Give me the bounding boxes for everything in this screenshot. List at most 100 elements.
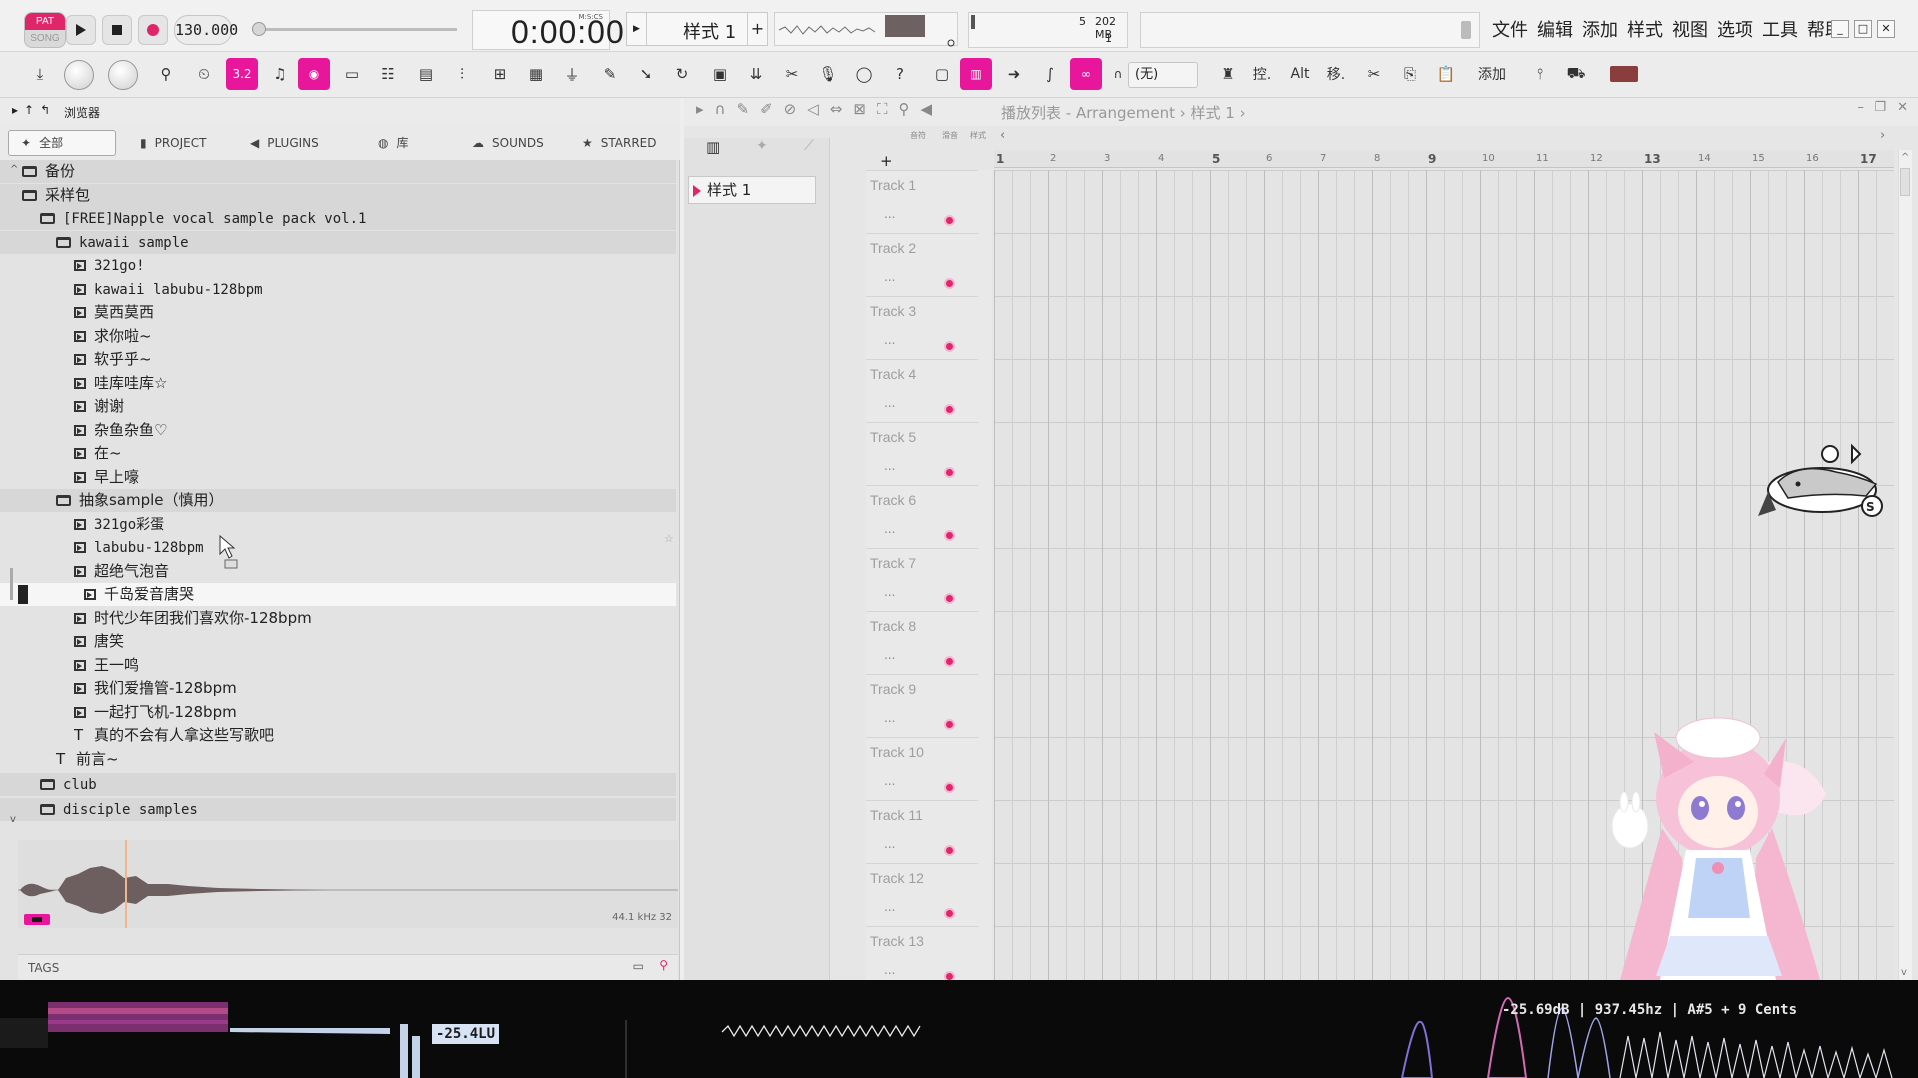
- folder-item[interactable]: 抽象sample（慎用）: [0, 489, 676, 512]
- pat-label[interactable]: PAT: [25, 13, 65, 30]
- blend-notes-icon[interactable]: ▭: [336, 58, 368, 90]
- file-item[interactable]: 王一鸣: [0, 654, 676, 677]
- tab-project[interactable]: ▮ PROJECT: [128, 130, 228, 156]
- scissors-icon[interactable]: ✂: [776, 58, 808, 90]
- automation-icon[interactable]: ✦: [756, 138, 768, 154]
- track-mute-button[interactable]: [944, 467, 955, 478]
- file-item[interactable]: T 前言~: [0, 748, 676, 771]
- timeline-ruler[interactable]: 1 2 3 4 5 6 7 8 9 10 11 12 13 14 15 16 17: [994, 150, 1894, 168]
- time-display[interactable]: 0:00:00 M:S:CS: [472, 10, 624, 50]
- search-icon[interactable]: ⚲: [659, 958, 668, 972]
- floppy-icon[interactable]: ▣: [704, 58, 736, 90]
- playlist-scrollbar[interactable]: ^ v: [1898, 150, 1912, 980]
- file-item[interactable]: 软乎乎~: [0, 348, 676, 371]
- bar-number[interactable]: 1: [996, 152, 1004, 166]
- bar-number[interactable]: 14: [1698, 153, 1711, 164]
- track-mute-button[interactable]: [944, 719, 955, 730]
- track-mute-button[interactable]: [944, 215, 955, 226]
- save-download-icon[interactable]: ⤓: [24, 58, 56, 90]
- track-header[interactable]: Track 4...: [866, 359, 978, 422]
- add-button[interactable]: 添加: [1470, 58, 1514, 90]
- track-mute-button[interactable]: [944, 530, 955, 541]
- track-mute-button[interactable]: [944, 593, 955, 604]
- menu-options[interactable]: 选项: [1717, 16, 1753, 42]
- window-icon[interactable]: ▢: [926, 58, 958, 90]
- maximize-button[interactable]: □: [1854, 20, 1872, 38]
- folder-item[interactable]: disciple samples: [0, 797, 676, 821]
- draw-tool-icon[interactable]: ✎: [737, 100, 750, 118]
- song-label[interactable]: SONG: [25, 30, 65, 47]
- bar-number[interactable]: 7: [1320, 153, 1326, 164]
- track-mute-button[interactable]: [944, 845, 955, 856]
- browser-tree-icon[interactable]: ⊞: [484, 58, 516, 90]
- alt-button[interactable]: Alt: [1284, 58, 1316, 90]
- cut-icon[interactable]: ✂: [1358, 58, 1390, 90]
- tab-starred[interactable]: ★ STARRED: [570, 130, 670, 156]
- pattern-selector[interactable]: ▶ 样式 1 +: [626, 12, 768, 46]
- render-icon[interactable]: ⇊: [740, 58, 772, 90]
- folder-item[interactable]: kawaii sample: [0, 230, 676, 254]
- piano-keys-icon[interactable]: ▥: [706, 138, 720, 156]
- pattern-arrow-icon[interactable]: ▶: [627, 13, 647, 45]
- close-window-icon[interactable]: ✕: [1897, 100, 1908, 115]
- bar-number[interactable]: 17: [1860, 152, 1877, 166]
- file-item[interactable]: 时代少年团我们喜欢你-128bpm: [0, 607, 676, 630]
- file-item[interactable]: 一起打飞机-128bpm: [0, 701, 676, 724]
- menu-edit[interactable]: 编辑: [1537, 16, 1573, 42]
- file-item[interactable]: 哇库哇库☆: [0, 372, 676, 395]
- file-item[interactable]: 超绝气泡音: [0, 560, 676, 583]
- paste-icon[interactable]: 📋: [1430, 58, 1462, 90]
- close-button[interactable]: ✕: [1877, 20, 1895, 38]
- play-tool-icon[interactable]: ▸: [696, 100, 704, 118]
- select-tool-icon[interactable]: ⛶: [877, 100, 888, 118]
- file-item[interactable]: 杂鱼杂鱼♡: [0, 419, 676, 442]
- tempo-display[interactable]: 130.000: [174, 15, 238, 45]
- channel-rack-icon[interactable]: ▤: [410, 58, 442, 90]
- file-item[interactable]: 谢谢: [0, 395, 676, 418]
- file-item[interactable]: 我们爱撸管-128bpm: [0, 677, 676, 700]
- paint-tool-icon[interactable]: ✐: [760, 100, 773, 118]
- track-mute-button[interactable]: [944, 341, 955, 352]
- output-meter-icon[interactable]: [1604, 58, 1644, 90]
- folder-item[interactable]: [FREE]Napple vocal sample pack vol.1: [0, 207, 676, 230]
- folder-item[interactable]: 备份: [0, 160, 676, 183]
- scroll-down-icon[interactable]: v: [1901, 967, 1907, 978]
- bar-number[interactable]: 11: [1536, 153, 1549, 164]
- bar-number[interactable]: 16: [1806, 153, 1819, 164]
- step-edit-icon[interactable]: ♫: [264, 58, 296, 90]
- file-item[interactable]: 求你啦~: [0, 325, 676, 348]
- ctrl-button[interactable]: 控.: [1246, 58, 1278, 90]
- browser-nav-icon[interactable]: ▸↑↰: [12, 103, 56, 117]
- track-header[interactable]: Track 12...: [866, 863, 978, 926]
- track-mute-button[interactable]: [944, 782, 955, 793]
- stamp-icon[interactable]: ♜: [1212, 58, 1244, 90]
- move-button[interactable]: 移.: [1320, 58, 1352, 90]
- track-header[interactable]: Track 7...: [866, 548, 978, 611]
- file-item[interactable]: 早上嚎: [0, 466, 676, 489]
- tab-sounds[interactable]: ☁ SOUNDS: [460, 130, 560, 156]
- track-mute-button[interactable]: [944, 656, 955, 667]
- mixer-icon[interactable]: ⫶: [446, 58, 478, 90]
- file-item[interactable]: 321go彩蛋: [0, 513, 676, 536]
- bar-number[interactable]: 8: [1374, 153, 1380, 164]
- track-header[interactable]: Track 3...: [866, 296, 978, 359]
- add-pattern-button[interactable]: +: [747, 13, 767, 45]
- menu-file[interactable]: 文件: [1492, 16, 1528, 42]
- chat-icon[interactable]: ◯: [848, 58, 880, 90]
- pat-song-toggle[interactable]: PAT SONG: [24, 12, 66, 48]
- bar-number[interactable]: 2: [1050, 153, 1056, 164]
- snap-dropdown[interactable]: (无): [1128, 62, 1198, 88]
- track-header[interactable]: Track 2...: [866, 233, 978, 296]
- minimize-window-icon[interactable]: –: [1858, 100, 1865, 115]
- file-item[interactable]: 千岛爱音唐哭: [0, 583, 676, 606]
- metronome-icon[interactable]: ⚲: [150, 58, 182, 90]
- folder-item[interactable]: club: [0, 772, 676, 796]
- arrow-icon[interactable]: ➘: [630, 58, 662, 90]
- refresh-icon[interactable]: ↻: [666, 58, 698, 90]
- master-pitch-slider[interactable]: [252, 22, 457, 36]
- play-button[interactable]: [66, 15, 96, 45]
- add-track-icon[interactable]: +: [880, 152, 893, 170]
- track-mute-button[interactable]: [944, 278, 955, 289]
- menu-patterns[interactable]: 样式: [1627, 16, 1663, 42]
- collapse-icon[interactable]: ^: [10, 164, 18, 175]
